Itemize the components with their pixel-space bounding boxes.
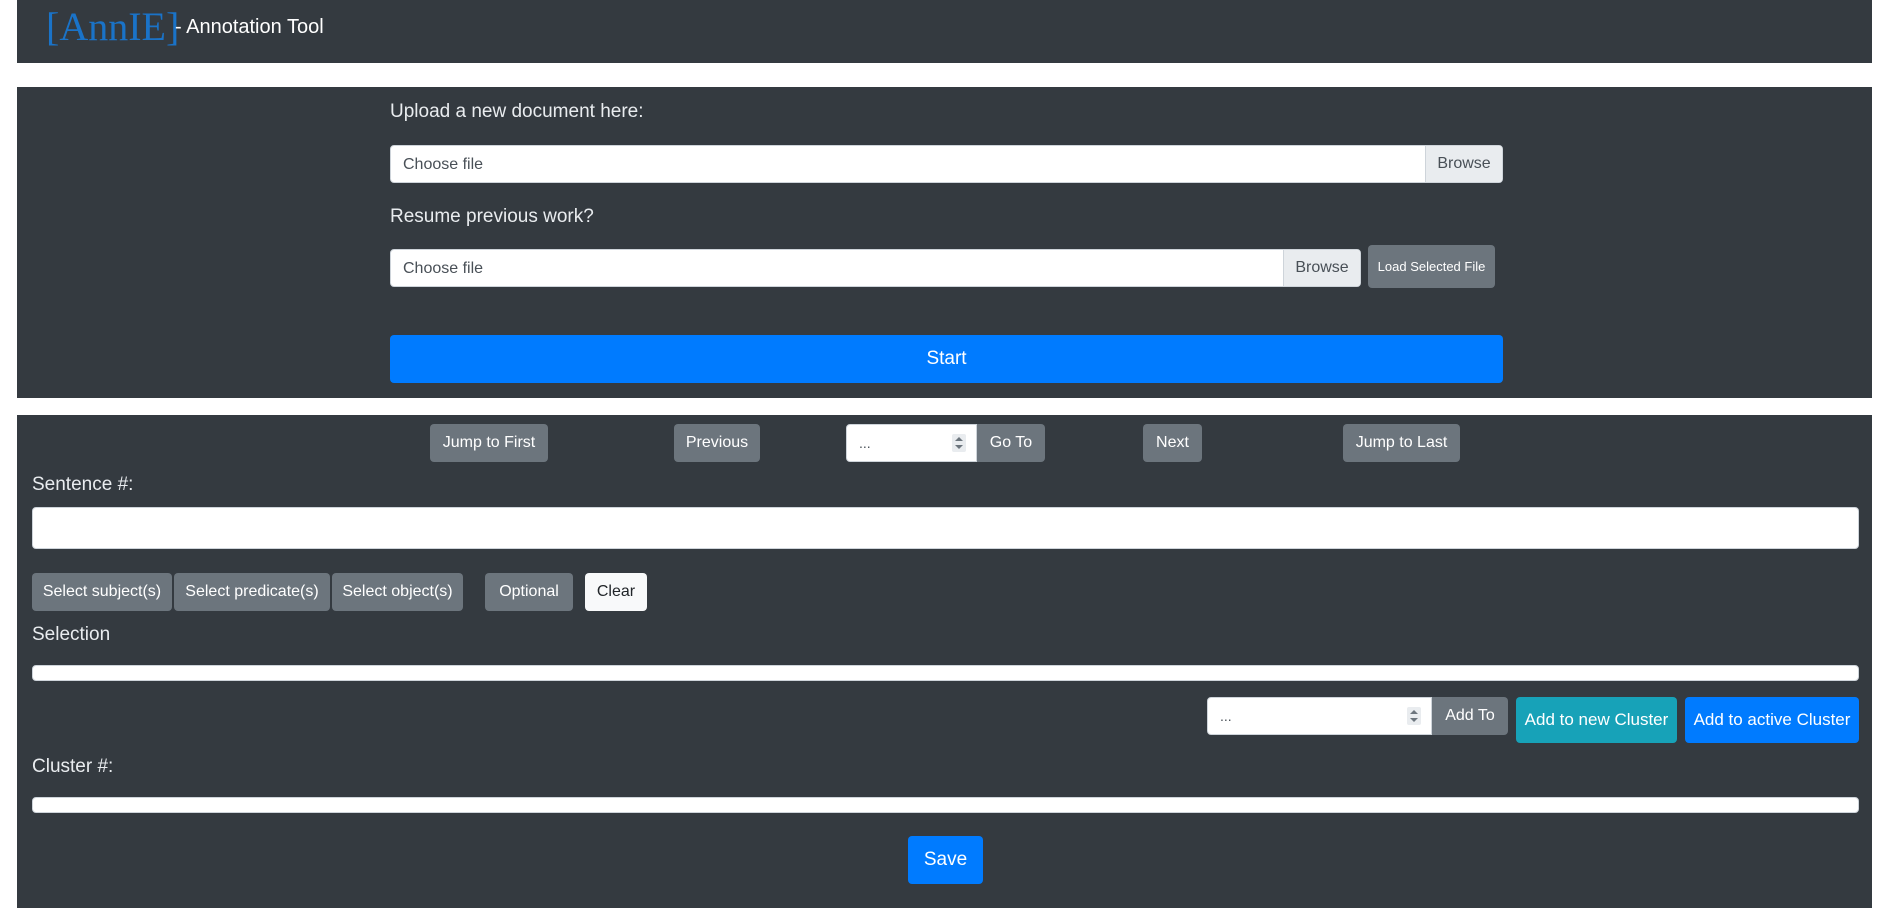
resume-browse-button[interactable]: Browse — [1283, 250, 1360, 286]
optional-button[interactable]: Optional — [485, 573, 573, 611]
new-document-file-text: Choose file — [403, 156, 484, 173]
add-to-button[interactable]: Add To — [1432, 697, 1508, 735]
sentence-number-label: Sentence #: — [32, 474, 134, 495]
goto-sentence-input[interactable]: ... — [846, 424, 977, 462]
next-button[interactable]: Next — [1143, 424, 1202, 462]
annotation-panel: Jump to First Previous ... Go To Next Ju… — [17, 415, 1872, 908]
jump-to-last-button[interactable]: Jump to Last — [1343, 424, 1460, 462]
add-to-new-cluster-button[interactable]: Add to new Cluster — [1516, 697, 1677, 743]
start-button[interactable]: Start — [390, 335, 1503, 383]
jump-to-first-button[interactable]: Jump to First — [430, 424, 548, 462]
resume-work-label: Resume previous work? — [390, 206, 594, 227]
resume-file-input[interactable]: Choose file Browse — [390, 249, 1361, 287]
upload-panel: Upload a new document here: Choose file … — [17, 87, 1872, 398]
goto-sentence-value: ... — [859, 435, 871, 451]
brand-logo[interactable]: [AnnIE] — [46, 5, 179, 49]
cluster-number-value: ... — [1220, 708, 1232, 724]
go-to-button[interactable]: Go To — [977, 424, 1045, 462]
add-to-active-cluster-button[interactable]: Add to active Cluster — [1685, 697, 1859, 743]
upload-new-document-label: Upload a new document here: — [390, 101, 644, 122]
number-spinner-icon[interactable] — [1407, 707, 1421, 725]
save-button[interactable]: Save — [908, 836, 983, 884]
resume-file-text: Choose file — [403, 260, 484, 277]
clear-button[interactable]: Clear — [585, 573, 647, 611]
select-subjects-button[interactable]: Select subject(s) — [32, 573, 172, 611]
load-selected-file-button[interactable]: Load Selected File — [1368, 245, 1495, 288]
selection-label: Selection — [32, 624, 111, 645]
number-spinner-icon[interactable] — [952, 434, 966, 452]
app-title: - Annotation Tool — [175, 16, 324, 38]
cluster-number-label: Cluster #: — [32, 756, 114, 777]
select-objects-button[interactable]: Select object(s) — [332, 573, 463, 611]
select-predicates-button[interactable]: Select predicate(s) — [174, 573, 330, 611]
navbar: [AnnIE] - Annotation Tool — [17, 0, 1872, 63]
new-document-browse-button[interactable]: Browse — [1425, 146, 1502, 182]
selection-display — [32, 665, 1859, 681]
new-document-file-input[interactable]: Choose file Browse — [390, 145, 1503, 183]
cluster-number-input[interactable]: ... — [1207, 697, 1432, 735]
cluster-display — [32, 797, 1859, 813]
sentence-display[interactable] — [32, 507, 1859, 549]
previous-button[interactable]: Previous — [674, 424, 760, 462]
